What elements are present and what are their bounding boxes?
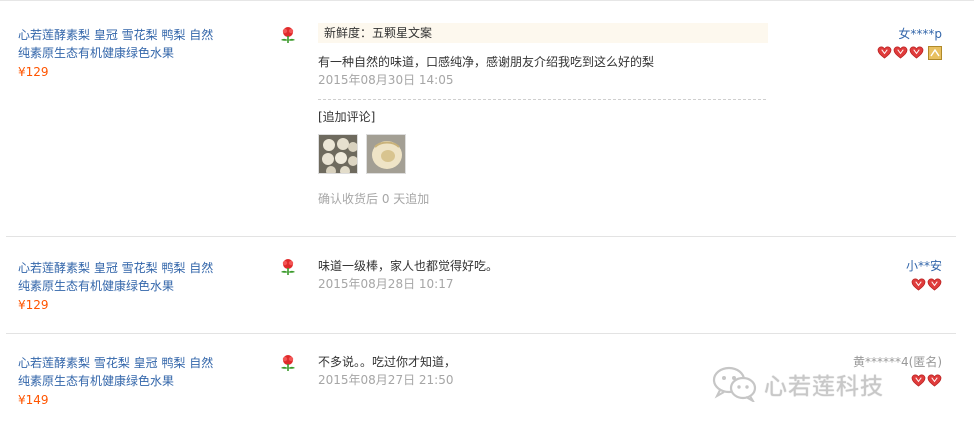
wechat-icon [712, 366, 757, 402]
product-title-line-1[interactable]: 心若莲酵素梨 皇冠 雪花梨 鸭梨 自然 [18, 26, 238, 44]
product-price: ¥129 [18, 65, 49, 79]
reviewer: 女****p [877, 26, 942, 60]
heart-icon [927, 374, 942, 387]
reviewer-credit-badges [906, 278, 942, 291]
vip-badge-icon [928, 46, 942, 60]
flower-icon [281, 355, 295, 371]
product-info: 心若莲酵素梨 皇冠 雪花梨 鸭梨 自然 纯素原生态有机健康绿色水果 ¥129 [18, 259, 238, 314]
heart-icon [877, 46, 892, 59]
comment-date: 2015年08月28日 10:17 [318, 277, 454, 291]
review-item-2: 心若莲酵素梨 皇冠 雪花梨 鸭梨 自然 纯素原生态有机健康绿色水果 ¥129 味… [0, 237, 974, 333]
heart-icon [927, 278, 942, 291]
product-price: ¥149 [18, 393, 49, 407]
review-photos [318, 134, 768, 174]
followup-label: [追加评论] [318, 110, 376, 124]
product-title-line-1[interactable]: 心若莲酵素梨 皇冠 雪花梨 鸭梨 自然 [18, 259, 238, 277]
product-title-line-2[interactable]: 纯素原生态有机健康绿色水果 [18, 277, 238, 295]
review-item-1: 心若莲酵素梨 皇冠 雪花梨 鸭梨 自然 纯素原生态有机健康绿色水果 ¥129 新… [0, 0, 974, 236]
heart-icon [911, 278, 926, 291]
comment-date: 2015年08月30日 14:05 [318, 73, 454, 87]
reviewer-name[interactable]: 女****p [877, 26, 942, 42]
reviewer-credit-badges [877, 46, 942, 60]
product-info: 心若莲酵素梨 皇冠 雪花梨 鸭梨 自然 纯素原生态有机健康绿色水果 ¥129 [18, 26, 238, 81]
watermark: 心若莲科技 [712, 364, 884, 404]
flower-icon [281, 27, 295, 43]
comment-text: 味道一级棒，家人也都觉得好吃。 [318, 259, 499, 273]
product-title-line-1[interactable]: 心若莲酵素梨 雪花梨 皇冠 鸭梨 自然 [18, 354, 238, 372]
heart-icon [911, 374, 926, 387]
watermark-text: 心若莲科技 [764, 374, 884, 400]
review-content: 味道一级棒，家人也都觉得好吃。 2015年08月28日 10:17 [318, 257, 768, 293]
review-photo-2[interactable] [366, 134, 406, 174]
review-photo-1[interactable] [318, 134, 358, 174]
freshness-rating: 新鲜度：五颗星文案 [318, 23, 768, 43]
review-content: 新鲜度：五颗星文案 有一种自然的味道，口感纯净，感谢朋友介绍我吃到这么好的梨 2… [318, 23, 768, 208]
comment-date: 2015年08月27日 21:50 [318, 373, 454, 387]
heart-icon [909, 46, 924, 59]
product-price: ¥129 [18, 298, 49, 312]
product-title-line-2[interactable]: 纯素原生态有机健康绿色水果 [18, 372, 238, 390]
comment-text: 不多说。。吃过你才知道， [318, 355, 457, 369]
followup-note: 确认收货后 0 天追加 [318, 192, 430, 206]
reviewer-name[interactable]: 小**安 [906, 258, 942, 274]
heart-icon [893, 46, 908, 59]
product-title-line-2[interactable]: 纯素原生态有机健康绿色水果 [18, 44, 238, 62]
comment-text: 有一种自然的味道，口感纯净，感谢朋友介绍我吃到这么好的梨 [318, 55, 655, 69]
reviewer: 小**安 [906, 258, 942, 291]
dashed-divider [318, 99, 766, 100]
review-content: 不多说。。吃过你才知道， 2015年08月27日 21:50 [318, 353, 768, 389]
flower-icon [281, 259, 295, 275]
product-info: 心若莲酵素梨 雪花梨 皇冠 鸭梨 自然 纯素原生态有机健康绿色水果 ¥149 [18, 354, 238, 409]
